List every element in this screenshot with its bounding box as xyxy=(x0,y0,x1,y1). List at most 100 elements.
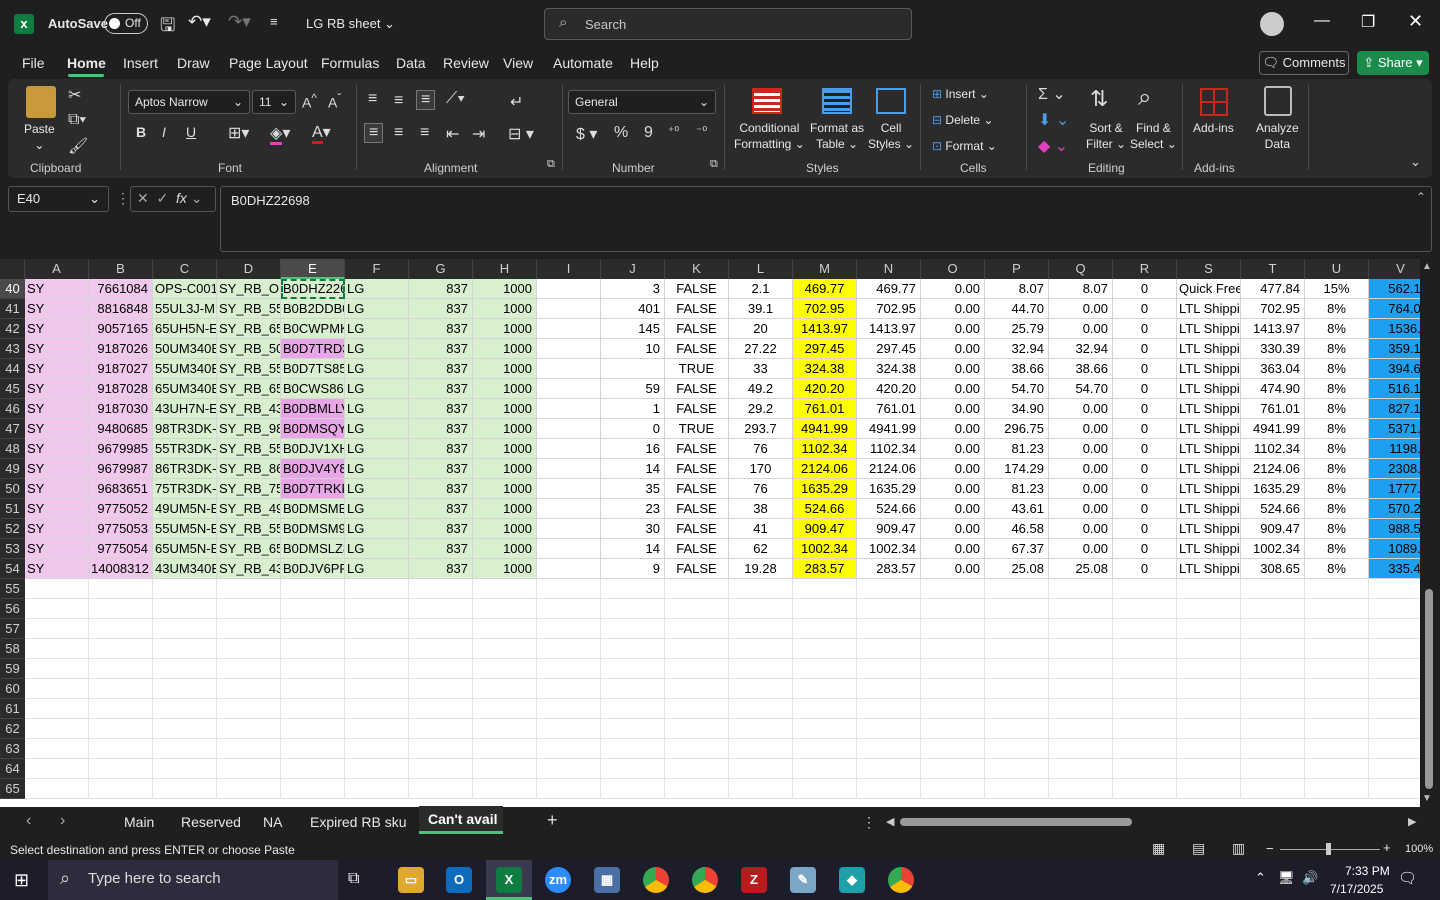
cell-u55[interactable] xyxy=(1305,579,1369,599)
cell-d60[interactable] xyxy=(217,679,281,699)
align-bottom-icon[interactable]: ≡ xyxy=(416,90,436,110)
cell-p61[interactable] xyxy=(985,699,1049,719)
cell-g63[interactable] xyxy=(409,739,473,759)
cell-t46[interactable]: 761.01 xyxy=(1241,399,1305,419)
menu-data[interactable]: Data xyxy=(396,55,426,71)
cell-j40[interactable]: 3 xyxy=(601,279,665,299)
align-middle-icon[interactable]: ≡ xyxy=(394,92,403,110)
cell-g40[interactable]: 837 xyxy=(409,279,473,299)
cell-v52[interactable]: 988.55 xyxy=(1369,519,1420,539)
close-icon[interactable]: ✕ xyxy=(1408,11,1423,32)
add-ins-icon[interactable] xyxy=(1200,88,1228,116)
cell-d44[interactable]: SY_RB_55U xyxy=(217,359,281,379)
cell-r64[interactable] xyxy=(1113,759,1177,779)
column-header-a[interactable]: A xyxy=(25,259,89,279)
ribbon-collapse-icon[interactable]: ⌄ xyxy=(1410,154,1421,170)
row-header-65[interactable]: 65 xyxy=(0,779,25,799)
row-header-60[interactable]: 60 xyxy=(0,679,25,699)
cell-t59[interactable] xyxy=(1241,659,1305,679)
cell-m64[interactable] xyxy=(793,759,857,779)
cell-f65[interactable] xyxy=(345,779,409,799)
cell-m51[interactable]: 524.66 xyxy=(793,499,857,519)
formula-bar-options-icon[interactable]: ⋮ xyxy=(116,190,130,207)
menu-file[interactable]: File xyxy=(22,55,45,71)
cell-t60[interactable] xyxy=(1241,679,1305,699)
cell-a59[interactable] xyxy=(25,659,89,679)
cell-r59[interactable] xyxy=(1113,659,1177,679)
cell-m58[interactable] xyxy=(793,639,857,659)
row-header-54[interactable]: 54 xyxy=(0,559,25,579)
cell-g46[interactable]: 837 xyxy=(409,399,473,419)
cell-e64[interactable] xyxy=(281,759,345,779)
cell-p45[interactable]: 54.70 xyxy=(985,379,1049,399)
cell-j60[interactable] xyxy=(601,679,665,699)
cell-c44[interactable]: 55UM340E xyxy=(153,359,217,379)
cell-f48[interactable]: LG xyxy=(345,439,409,459)
cell-f58[interactable] xyxy=(345,639,409,659)
cell-e40[interactable]: B0DHZ226 xyxy=(281,279,345,299)
cell-m63[interactable] xyxy=(793,739,857,759)
cell-t45[interactable]: 474.90 xyxy=(1241,379,1305,399)
fill-color-icon[interactable]: ◈▾ xyxy=(270,123,290,145)
cell-d56[interactable] xyxy=(217,599,281,619)
cell-s54[interactable]: LTL Shippi xyxy=(1177,559,1241,579)
cell-d52[interactable]: SY_RB_55U xyxy=(217,519,281,539)
cell-p60[interactable] xyxy=(985,679,1049,699)
cell-d45[interactable]: SY_RB_65U xyxy=(217,379,281,399)
cell-p64[interactable] xyxy=(985,759,1049,779)
cell-r41[interactable]: 0 xyxy=(1113,299,1177,319)
cell-b62[interactable] xyxy=(89,719,153,739)
format-as-table-button[interactable]: Format as Table ⌄ xyxy=(810,120,864,152)
customize-toolbar-icon[interactable]: ≡ xyxy=(270,14,278,29)
cell-h59[interactable] xyxy=(473,659,537,679)
merge-center-icon[interactable]: ⊟ ▾ xyxy=(508,124,534,144)
cell-u63[interactable] xyxy=(1305,739,1369,759)
add-sheet-icon[interactable]: + xyxy=(547,810,558,831)
horizontal-scroll-thumb[interactable] xyxy=(900,818,1132,826)
menu-help[interactable]: Help xyxy=(630,55,659,71)
cell-h55[interactable] xyxy=(473,579,537,599)
fill-icon[interactable]: ⬇ ⌄ xyxy=(1038,110,1069,130)
column-header-n[interactable]: N xyxy=(857,259,921,279)
cell-t51[interactable]: 524.66 xyxy=(1241,499,1305,519)
cell-i54[interactable] xyxy=(537,559,601,579)
cell-q40[interactable]: 8.07 xyxy=(1049,279,1113,299)
cell-n51[interactable]: 524.66 xyxy=(857,499,921,519)
formula-collapse-icon[interactable]: ⌃ xyxy=(1416,190,1426,204)
cell-v58[interactable] xyxy=(1369,639,1420,659)
cell-c48[interactable]: 55TR3DK-I xyxy=(153,439,217,459)
file-title[interactable]: LG RB sheet ⌄ xyxy=(306,16,395,32)
cell-p54[interactable]: 25.08 xyxy=(985,559,1049,579)
cell-h41[interactable]: 1000 xyxy=(473,299,537,319)
cut-icon[interactable]: ✂ xyxy=(68,85,81,105)
cell-n55[interactable] xyxy=(857,579,921,599)
cell-k55[interactable] xyxy=(665,579,729,599)
cell-g53[interactable]: 837 xyxy=(409,539,473,559)
cell-a42[interactable]: SY xyxy=(25,319,89,339)
cell-f50[interactable]: LG xyxy=(345,479,409,499)
clear-icon[interactable]: ◆ ⌄ xyxy=(1038,136,1068,156)
cell-u42[interactable]: 8% xyxy=(1305,319,1369,339)
cell-g50[interactable]: 837 xyxy=(409,479,473,499)
cell-h40[interactable]: 1000 xyxy=(473,279,537,299)
tray-chevron-icon[interactable]: ⌃ xyxy=(1255,870,1266,886)
cell-c60[interactable] xyxy=(153,679,217,699)
cell-e41[interactable]: B0B2DDB0 xyxy=(281,299,345,319)
cell-u43[interactable]: 8% xyxy=(1305,339,1369,359)
cell-c42[interactable]: 65UH5N-E xyxy=(153,319,217,339)
cell-n56[interactable] xyxy=(857,599,921,619)
cell-n58[interactable] xyxy=(857,639,921,659)
menu-insert[interactable]: Insert xyxy=(123,55,158,71)
wrap-text-icon[interactable]: ↵ xyxy=(510,92,523,112)
cell-t48[interactable]: 1102.34 xyxy=(1241,439,1305,459)
row-header-61[interactable]: 61 xyxy=(0,699,25,719)
cell-p51[interactable]: 43.61 xyxy=(985,499,1049,519)
cell-j44[interactable] xyxy=(601,359,665,379)
cell-e60[interactable] xyxy=(281,679,345,699)
cell-s51[interactable]: LTL Shippi xyxy=(1177,499,1241,519)
cell-f52[interactable]: LG xyxy=(345,519,409,539)
prev-sheet-icon[interactable]: ‹ xyxy=(26,812,31,830)
align-top-icon[interactable]: ≡ xyxy=(368,90,377,108)
column-header-i[interactable]: I xyxy=(537,259,601,279)
cell-g57[interactable] xyxy=(409,619,473,639)
